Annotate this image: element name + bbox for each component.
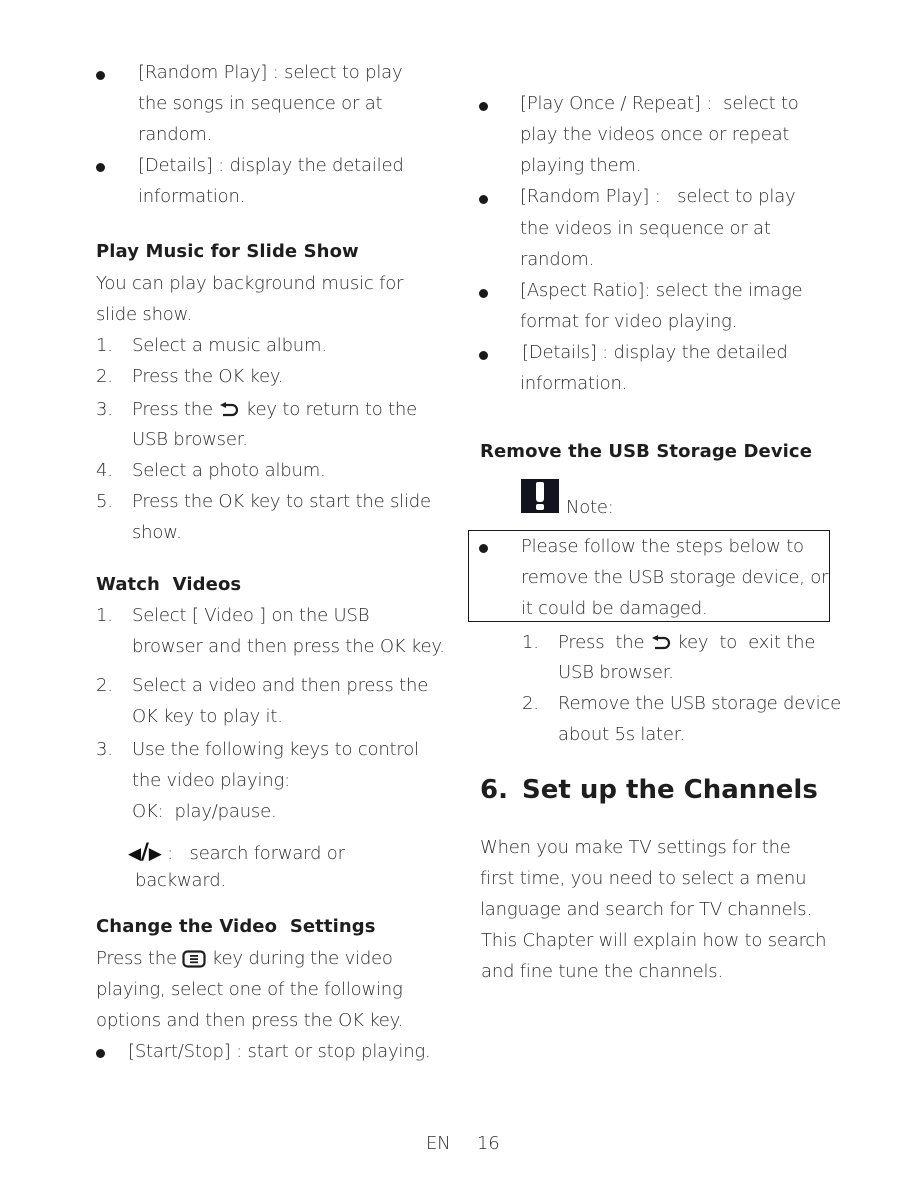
step-text: Press the key to exit the [558, 632, 815, 653]
section-heading-remove-usb: Remove the USB Storage Device [480, 441, 813, 462]
step-text: Use the following keys to control [132, 739, 419, 760]
step-number: 5. [96, 491, 113, 512]
option-random-play-line2: the songs in sequence or at [138, 93, 383, 114]
chapter-title: Set up the Channels [522, 775, 818, 805]
paragraph: playing, select one of the following [96, 979, 403, 1000]
paragraph: Press the key during the video [96, 948, 393, 969]
section-heading-watch-videos: Watch Videos [96, 574, 242, 595]
step-text: Press the key to return to the [132, 399, 417, 420]
step-number: 3. [96, 399, 113, 420]
step-number: 3. [96, 739, 113, 760]
option-aspect-ratio: [Aspect Ratio]: select the image [520, 280, 803, 301]
paragraph-part: key during the video [211, 948, 393, 969]
chapter-paragraph: and fine tune the channels. [481, 961, 723, 982]
step-number: 2. [522, 693, 539, 714]
step-text: Select [ Video ] on the USB [132, 605, 370, 626]
paragraph: slide show. [96, 304, 192, 325]
step-number: 1. [522, 632, 539, 653]
paragraph-part: Press the [96, 948, 177, 969]
option-text: format for video playing. [520, 311, 738, 332]
warning-icon [521, 479, 559, 513]
note-text: Please follow the steps below to [521, 536, 804, 557]
step-text: OK key to play it. [132, 706, 283, 727]
search-keys-text: : search forward or [167, 843, 345, 864]
step-text: USB browser. [132, 429, 248, 450]
paragraph: options and then press the OK key. [96, 1010, 404, 1031]
option-text: playing them. [520, 155, 642, 176]
step-text: USB browser. [558, 662, 674, 683]
step-text: OK: play/pause. [132, 801, 277, 822]
option-text: random. [520, 249, 595, 270]
step-text: Remove the USB storage device [558, 693, 841, 714]
chapter-paragraph: language and search for TV channels. [480, 899, 813, 920]
search-keys-text: backward. [135, 870, 226, 891]
step-text: Select a video and then press the [132, 675, 429, 696]
step-text: Select a music album. [132, 335, 327, 356]
bullet [479, 102, 488, 111]
step-number: 4. [96, 460, 113, 481]
page-number: 16 [477, 1133, 500, 1154]
chapter-number: 6. [480, 775, 508, 805]
note-text: it could be damaged. [521, 598, 708, 619]
chapter-paragraph: This Chapter will explain how to search [481, 930, 827, 951]
bullet [479, 544, 488, 553]
step-text: the video playing: [132, 770, 290, 791]
note-label: Note: [566, 497, 614, 518]
step-number: 1. [96, 335, 113, 356]
option-text: play the videos once or repeat [520, 124, 790, 145]
bullet [479, 351, 488, 360]
bullet [479, 289, 488, 298]
step-number: 2. [96, 675, 113, 696]
step-text: Select a photo album. [132, 460, 326, 481]
option-random-play-line3: random. [138, 124, 213, 145]
option-details-line2: information. [138, 186, 246, 207]
step-text: browser and then press the OK key. [132, 636, 445, 657]
back-icon [651, 635, 670, 650]
option-details: [Details] : display the detailed [522, 342, 788, 363]
step-text: show. [132, 522, 182, 543]
bullet [96, 71, 105, 80]
option-play-once-repeat: [Play Once / Repeat] : select to [520, 93, 799, 114]
step-text: Press the OK key. [132, 366, 284, 387]
option-text: information. [520, 373, 628, 394]
bullet [479, 195, 488, 204]
paragraph: You can play background music for [96, 273, 404, 294]
chapter-paragraph: When you make TV settings for the [480, 837, 791, 858]
step-text: Press the OK key to start the slide [132, 491, 431, 512]
step-text-part: Press the [132, 399, 213, 420]
note-text: remove the USB storage device, or [521, 567, 829, 588]
footer-language: EN [426, 1133, 451, 1154]
step-text: about 5s later. [558, 724, 685, 745]
step-text-part: Press the [558, 632, 645, 653]
option-random-play: [Random Play] : select to play [520, 186, 796, 207]
chapter-paragraph: first time, you need to select a menu [480, 868, 807, 889]
left-arrow-icon: ◀ [128, 844, 141, 864]
back-icon [220, 402, 239, 417]
section-heading-slide-music: Play Music for Slide Show [96, 241, 359, 262]
bullet [96, 1049, 105, 1058]
option-details: [Details] : display the detailed [138, 155, 404, 176]
option-start-stop: [Start/Stop] : start or stop playing. [128, 1041, 431, 1062]
slash: / [140, 840, 149, 865]
search-keys-line: ◀/▶ : search forward or [128, 840, 345, 865]
options-menu-icon [182, 950, 206, 968]
step-text-part: key to exit the [677, 632, 816, 653]
right-arrow-icon: ▶ [148, 844, 162, 864]
step-number: 2. [96, 366, 113, 387]
step-number: 1. [96, 605, 113, 626]
bullet [96, 163, 105, 172]
option-random-play: [Random Play] : select to play [138, 62, 403, 83]
section-heading-video-settings: Change the Video Settings [96, 916, 376, 937]
option-text: the videos in sequence or at [520, 218, 771, 239]
step-text-part: key to return to the [245, 399, 418, 420]
